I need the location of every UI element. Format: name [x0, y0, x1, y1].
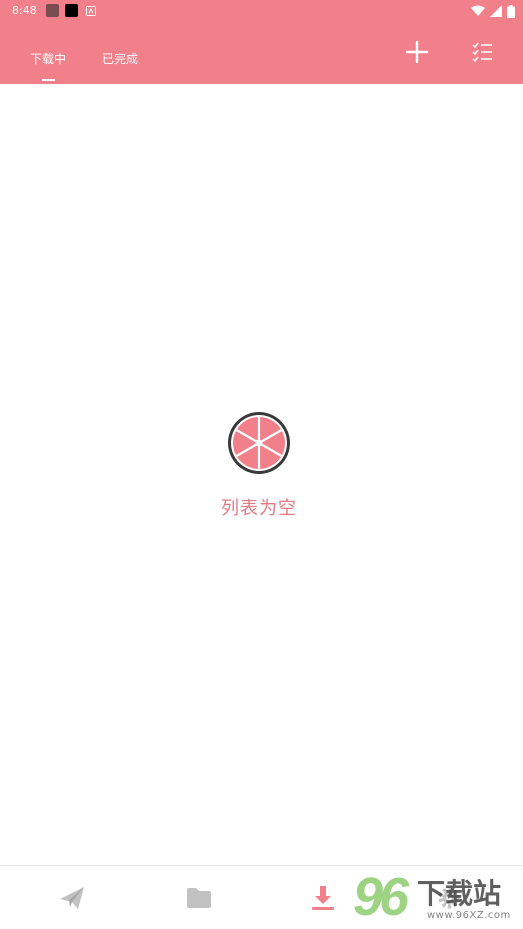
watermark-url: www.96XZ.com: [427, 910, 511, 921]
watermark-number: 96: [353, 867, 409, 927]
system-icons: [471, 3, 515, 19]
send-icon[interactable]: [58, 884, 86, 912]
tab-indicator: [42, 79, 55, 81]
folder-icon[interactable]: [185, 884, 213, 912]
status-bar: 8:48: [0, 0, 523, 22]
grapefruit-icon: [228, 412, 290, 474]
battery-icon: [507, 4, 515, 18]
tab-downloading[interactable]: 下载中: [30, 50, 66, 67]
wifi-icon: [471, 5, 485, 16]
tab-completed[interactable]: 已完成: [102, 50, 138, 67]
status-time: 8:48: [12, 4, 37, 17]
checklist-icon[interactable]: [470, 39, 496, 65]
empty-list-text: 列表为空: [221, 498, 297, 519]
notification-app-icon: [65, 4, 78, 17]
top-app-bar: 8:48 下载中 已完成: [0, 0, 523, 84]
app-root: 8:48 下载中 已完成 列表为空 96 下载站 www.96XZ.com: [0, 0, 523, 929]
notification-app-icon: [86, 6, 96, 16]
notification-app-icon: [46, 4, 59, 17]
plus-icon[interactable]: [404, 39, 430, 65]
watermark: 96 下载站 www.96XZ.com: [353, 867, 523, 928]
watermark-title: 下载站: [417, 877, 502, 910]
download-icon[interactable]: [309, 884, 337, 912]
cell-signal-icon: [490, 5, 502, 17]
